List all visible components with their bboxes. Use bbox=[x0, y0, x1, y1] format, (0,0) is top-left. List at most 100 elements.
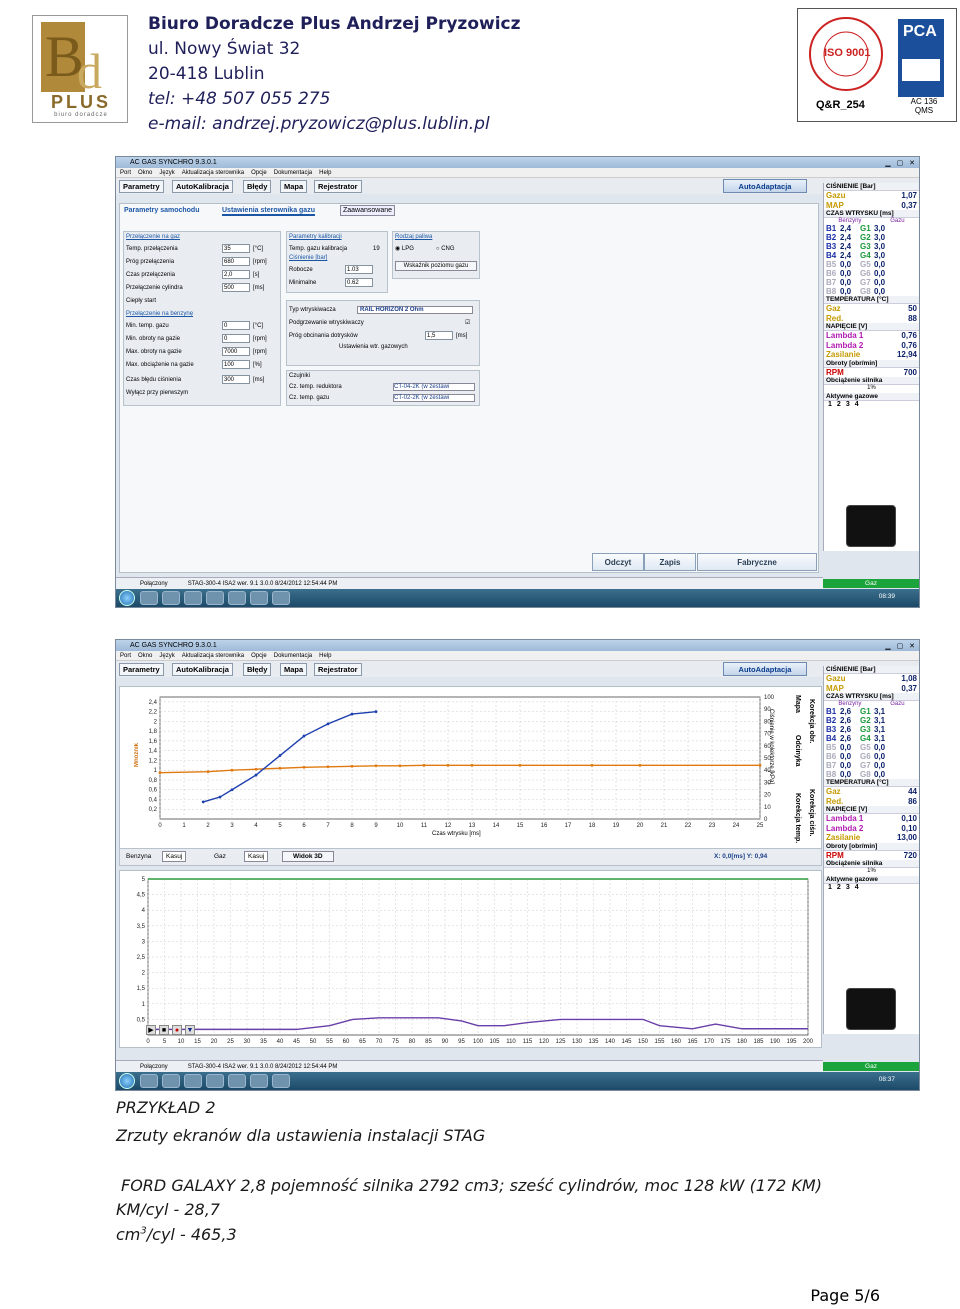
window-controls[interactable]: ▁ ▢ ✕ bbox=[885, 158, 917, 169]
tab-bledy[interactable]: Błędy bbox=[243, 180, 272, 193]
autoadaptacja-button[interactable]: AutoAdaptacja bbox=[723, 662, 807, 676]
taskbar-app-icon[interactable] bbox=[250, 1074, 268, 1088]
y2-axis-label: Ciśnienie w kolektorze [kPa] bbox=[768, 709, 774, 785]
start-button[interactable] bbox=[119, 1073, 135, 1089]
taskbar-app-icon[interactable] bbox=[250, 591, 268, 605]
tab-parametry[interactable]: Parametry bbox=[119, 180, 164, 193]
setting-input[interactable]: 0 bbox=[222, 321, 250, 330]
menu-aktualizacja[interactable]: Aktualizacja sterownika bbox=[182, 653, 244, 659]
checkbox-icon[interactable]: ☑ bbox=[465, 319, 470, 326]
tab-autokalibracja[interactable]: AutoKalibracja bbox=[172, 663, 233, 676]
tab-bledy[interactable]: Błędy bbox=[243, 663, 272, 676]
tab-mapa[interactable]: Mapa bbox=[280, 663, 308, 676]
taskbar-app-icon[interactable] bbox=[228, 591, 246, 605]
side-tab-mapa[interactable]: Mapa bbox=[794, 695, 801, 713]
data-point bbox=[230, 768, 234, 772]
subtab-zaawansowane[interactable]: Zaawansowane bbox=[340, 205, 396, 216]
menu-jezyk[interactable]: Język bbox=[159, 170, 174, 176]
write-button[interactable]: Zapis bbox=[644, 553, 696, 571]
y-tick-label: 0,8 bbox=[149, 778, 158, 784]
setting-input[interactable]: 0.62 bbox=[345, 278, 373, 287]
start-button[interactable] bbox=[119, 590, 135, 606]
menu-dokumentacja[interactable]: Dokumentacja bbox=[274, 170, 312, 176]
reducer-sensor-select[interactable]: CT-04-2K (w zestawi bbox=[393, 382, 475, 391]
menu-port[interactable]: Port bbox=[120, 170, 131, 176]
injector-type-select[interactable]: RAIL HORIZON 2 Ohm bbox=[357, 305, 473, 314]
x-tick-label: 25 bbox=[227, 1039, 234, 1045]
side-tab-odcinyka[interactable]: Odcinyka bbox=[794, 735, 801, 767]
taskbar-app-icon[interactable] bbox=[206, 1074, 224, 1088]
side-tab-korekcja-temp[interactable]: Korekcja temp. bbox=[794, 793, 801, 843]
menu-help[interactable]: Help bbox=[319, 653, 331, 659]
taskbar-app-icon[interactable] bbox=[184, 1074, 202, 1088]
injector-settings-button[interactable]: Ustawienia wtr. gazowych bbox=[339, 344, 477, 350]
setting-input[interactable]: 2,0 bbox=[222, 270, 250, 279]
setting-input[interactable]: 100 bbox=[222, 360, 250, 369]
setting-input[interactable]: 500 bbox=[222, 283, 250, 292]
read-button[interactable]: Odczyt bbox=[592, 553, 644, 571]
setting-label: Temp. gazu kalibracja bbox=[289, 245, 348, 252]
down-arrow-icon[interactable]: ▼ bbox=[185, 1025, 195, 1035]
benzyna-label: Benzyna bbox=[126, 853, 152, 860]
taskbar-app-icon[interactable] bbox=[272, 591, 290, 605]
play-icon[interactable]: ▶ bbox=[146, 1025, 156, 1035]
setting-input[interactable]: 1,5 bbox=[425, 331, 453, 340]
gas-switch-icon[interactable] bbox=[846, 988, 896, 1030]
taskbar-app-icon[interactable] bbox=[206, 591, 224, 605]
window-controls[interactable]: ▁ ▢ ✕ bbox=[885, 641, 917, 652]
taskbar-app-icon[interactable] bbox=[140, 1074, 158, 1088]
menu-okno[interactable]: Okno bbox=[138, 653, 152, 659]
tab-mapa[interactable]: Mapa bbox=[280, 180, 308, 193]
recorder-controls: ▶ ■ ● ▼ bbox=[146, 1025, 195, 1035]
menu-okno[interactable]: Okno bbox=[138, 170, 152, 176]
tab-rejestrator[interactable]: Rejestrator bbox=[314, 663, 362, 676]
kasuj-gaz-button[interactable]: Kasuj bbox=[244, 851, 269, 862]
setting-input[interactable]: 0 bbox=[222, 334, 250, 343]
autoadaptacja-button[interactable]: AutoAdaptacja bbox=[723, 179, 807, 193]
menu-help[interactable]: Help bbox=[319, 170, 331, 176]
menu-port[interactable]: Port bbox=[120, 653, 131, 659]
factory-button[interactable]: Fabryczne bbox=[697, 553, 817, 571]
kasuj-benzyna-button[interactable]: Kasuj bbox=[162, 851, 187, 862]
menu-dokumentacja[interactable]: Dokumentacja bbox=[274, 653, 312, 659]
taskbar-app-icon[interactable] bbox=[162, 591, 180, 605]
setting-input[interactable]: 7000 bbox=[222, 347, 250, 356]
subtab-parametry-samochodu[interactable]: Parametry samochodu bbox=[124, 207, 199, 214]
x-tick-label: 125 bbox=[555, 1039, 566, 1045]
gas-switch-icon[interactable] bbox=[846, 505, 896, 547]
taskbar-app-icon[interactable] bbox=[184, 591, 202, 605]
tab-parametry[interactable]: Parametry bbox=[119, 663, 164, 676]
radio-lpg-icon[interactable]: ◉ bbox=[395, 245, 402, 252]
injector-time: 0,0 bbox=[874, 278, 886, 287]
tab-autokalibracja[interactable]: AutoKalibracja bbox=[172, 180, 233, 193]
menu-jezyk[interactable]: Język bbox=[159, 653, 174, 659]
setting-input[interactable]: 1.03 bbox=[345, 265, 373, 274]
x-tick-label: 0 bbox=[158, 823, 162, 829]
setting-input[interactable]: 680 bbox=[222, 257, 250, 266]
stop-icon[interactable]: ■ bbox=[159, 1025, 169, 1035]
gas-level-button[interactable]: Wskaźnik poziomu gazu bbox=[395, 261, 477, 271]
taskbar-app-icon[interactable] bbox=[228, 1074, 246, 1088]
menu-aktualizacja[interactable]: Aktualizacja sterownika bbox=[182, 170, 244, 176]
view-3d-button[interactable]: Widok 3D bbox=[282, 851, 334, 862]
record-icon[interactable]: ● bbox=[172, 1025, 182, 1035]
menu-opcje[interactable]: Opcje bbox=[251, 170, 267, 176]
load-value: 1% bbox=[867, 868, 876, 874]
menu-opcje[interactable]: Opcje bbox=[251, 653, 267, 659]
taskbar-app-icon[interactable] bbox=[162, 1074, 180, 1088]
taskbar-app-icon[interactable] bbox=[140, 591, 158, 605]
subtab-ustawienia[interactable]: Ustawienia sterownika gazu bbox=[222, 207, 315, 216]
caption-cm3-value: /cyl - 465,3 bbox=[146, 1225, 237, 1244]
y-tick-label: 0,4 bbox=[149, 797, 158, 803]
side-tab-korekcja-obr[interactable]: Korekcja obr. bbox=[808, 699, 815, 743]
x-tick-label: 35 bbox=[260, 1039, 267, 1045]
gas-sensor-select[interactable]: CT-02-2K (w zestawi bbox=[393, 393, 475, 402]
taskbar-app-icon[interactable] bbox=[272, 1074, 290, 1088]
setting-input[interactable]: 35 bbox=[222, 244, 250, 253]
tab-rejestrator[interactable]: Rejestrator bbox=[314, 180, 362, 193]
map-label: MAP bbox=[826, 200, 844, 210]
setting-input[interactable]: 300 bbox=[222, 375, 250, 384]
x-tick-label: 5 bbox=[163, 1039, 167, 1045]
temp-gaz-label: Gaz bbox=[826, 304, 841, 314]
side-tab-korekcja-cisn[interactable]: Korekcja ciśn. bbox=[808, 789, 815, 836]
